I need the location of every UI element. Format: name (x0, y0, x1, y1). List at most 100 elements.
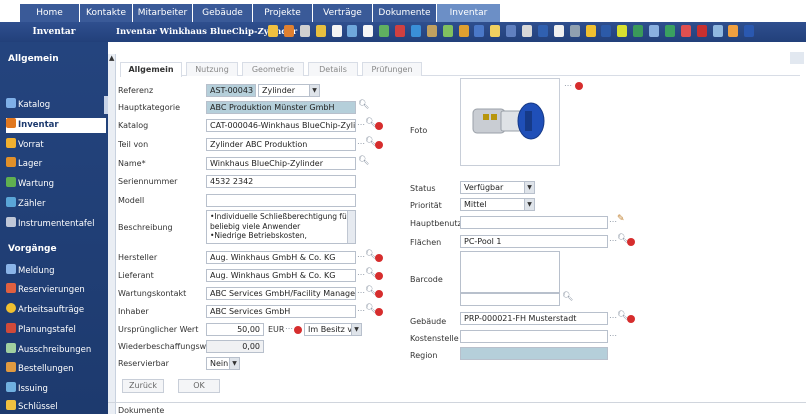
tree-icon[interactable] (442, 25, 453, 37)
info-icon[interactable] (744, 25, 755, 37)
search-icon[interactable]: 🔍︎ (358, 100, 369, 110)
chevron-down-icon[interactable]: ▼ (309, 85, 319, 96)
tab-geometrie[interactable]: Geometrie (242, 62, 304, 76)
nav-tab-inventar[interactable]: Inventar (437, 4, 501, 22)
lock-icon[interactable] (728, 25, 739, 37)
search-icon[interactable]: 🔍︎ (562, 292, 573, 302)
sidebar-item-ausschreibungen[interactable]: Ausschreibungen (6, 343, 106, 358)
more-icon[interactable]: ⋯ (357, 139, 365, 148)
textarea-scrollbar[interactable] (347, 211, 355, 243)
nav-tab-vertraege[interactable]: Verträge (313, 4, 373, 22)
search-icon[interactable]: 🔍︎ (358, 156, 369, 166)
folder-icon[interactable] (283, 25, 294, 37)
hauptkategorie-field[interactable]: ABC Produktion Münster GmbH (206, 101, 356, 114)
edit-icon[interactable] (299, 25, 310, 37)
delete-icon[interactable] (375, 272, 383, 280)
person-icon[interactable] (474, 25, 485, 37)
chevron-down-icon[interactable]: ▼ (524, 199, 534, 210)
beschreibung-textarea[interactable]: •Individuelle Schließberechtigung für be… (206, 210, 356, 244)
sidebar-item-schluessel[interactable]: Schlüssel (6, 400, 106, 415)
more-icon[interactable]: ⋯ (357, 306, 365, 315)
urspruenglicher-wert-field[interactable]: 50,00 (206, 323, 264, 336)
tab-details[interactable]: Details (308, 62, 358, 76)
wrench-icon[interactable]: ✎ (617, 214, 625, 224)
delete-icon[interactable] (627, 315, 635, 323)
table-icon[interactable] (601, 25, 612, 37)
tab-nutzung[interactable]: Nutzung (186, 62, 238, 76)
copy-icon[interactable] (347, 25, 358, 37)
status-select[interactable]: Verfügbar ▼ (460, 181, 535, 194)
globe-icon[interactable] (410, 25, 421, 37)
more-icon[interactable]: ⋯ (609, 217, 617, 226)
nav-tab-projekte[interactable]: Projekte (253, 4, 313, 22)
link-icon[interactable] (395, 25, 405, 37)
chevron-down-icon[interactable]: ▼ (229, 358, 239, 369)
referenz-field[interactable]: AST-00043 (206, 84, 256, 97)
flag-icon[interactable] (680, 25, 691, 37)
hauptbenutzer-field[interactable] (460, 216, 608, 229)
delete-icon[interactable] (375, 290, 383, 298)
inhaber-field[interactable]: ABC Services GmbH (206, 305, 356, 318)
monitor-icon[interactable] (712, 25, 723, 37)
more-icon[interactable]: ⋯ (609, 313, 617, 322)
delete-icon[interactable] (627, 238, 635, 246)
katalog-field[interactable]: CAT-000046-Winkhaus BlueChip-Zylinder (206, 119, 356, 132)
kostenstelle-field[interactable] (460, 330, 608, 343)
sidebar-item-inventar[interactable]: Inventar (6, 118, 106, 133)
sidebar-item-arbeitsauftraege[interactable]: Arbeitsaufträge (6, 303, 106, 318)
more-icon[interactable]: ⋯ (357, 252, 365, 261)
sidebar-item-reservierungen[interactable]: Reservierungen (6, 283, 106, 298)
wartungskontakt-field[interactable]: ABC Services GmbH/Facility Management (206, 287, 356, 300)
delete-icon[interactable] (375, 122, 383, 130)
notes-icon[interactable] (268, 25, 278, 37)
blank-page-icon[interactable] (363, 25, 374, 37)
asset-photo[interactable] (460, 78, 560, 166)
list-icon[interactable] (537, 25, 548, 37)
seriennummer-field[interactable]: 4532 2342 (206, 175, 356, 188)
more-icon[interactable]: ⋯ (285, 324, 293, 333)
delete-icon[interactable] (575, 82, 583, 90)
name-field[interactable]: Winkhaus BlueChip-Zylinder (206, 157, 356, 170)
sidebar-item-planungstafel[interactable]: Planungstafel (6, 323, 106, 338)
gebaeude-field[interactable]: PRP-000021-FH Musterstadt (460, 312, 608, 325)
modell-field[interactable] (206, 194, 356, 207)
more-icon[interactable]: ⋯ (609, 331, 617, 340)
nav-tab-dokumente[interactable]: Dokumente (373, 4, 437, 22)
wiederbeschaffungswert-field[interactable]: 0,00 (206, 340, 264, 353)
print-icon[interactable] (553, 25, 564, 37)
back-button[interactable]: Zurück (122, 379, 164, 393)
box-icon[interactable] (426, 25, 437, 37)
mail-icon[interactable] (649, 25, 659, 37)
ok-button[interactable]: OK (178, 379, 220, 393)
sidebar-item-zaehler[interactable]: Zähler (6, 197, 106, 212)
flaechen-field[interactable]: PC-Pool 1 (460, 235, 608, 248)
sidebar-item-issuing[interactable]: Issuing (6, 382, 106, 397)
star-icon[interactable] (458, 25, 469, 37)
tab-pruefungen[interactable]: Prüfungen (362, 62, 422, 76)
region-field[interactable] (460, 347, 608, 360)
sidebar-item-katalog[interactable]: Katalog (6, 98, 106, 113)
nav-tab-kontakte[interactable]: Kontakte (80, 4, 133, 22)
grid-icon[interactable] (569, 25, 580, 37)
chevron-down-icon[interactable]: ▼ (351, 324, 361, 335)
delete-icon[interactable] (375, 254, 383, 262)
besitz-select[interactable]: Im Besitz vo ▼ (304, 323, 362, 336)
sidebar-item-lager[interactable]: Lager (6, 157, 106, 172)
barcode-field[interactable] (460, 293, 560, 306)
teil-von-field[interactable]: Zylinder ABC Produktion (206, 138, 356, 151)
highlight-icon[interactable] (617, 25, 628, 37)
more-icon[interactable]: ⋯ (357, 288, 365, 297)
more-icon[interactable]: ⋯ (564, 81, 572, 90)
barcode-area[interactable] (460, 251, 560, 293)
more-icon[interactable]: ⋯ (357, 270, 365, 279)
prioritaet-select[interactable]: Mittel ▼ (460, 198, 535, 211)
content-scrollbar[interactable]: ▲ (108, 54, 116, 414)
chevron-down-icon[interactable]: ▼ (524, 182, 534, 193)
delete-icon[interactable] (375, 141, 383, 149)
more-icon[interactable]: ⋯ (609, 236, 617, 245)
sidebar-item-instrumententafel[interactable]: Instrumententafel (6, 217, 106, 232)
lieferant-field[interactable]: Aug. Winkhaus GmbH & Co. KG (206, 269, 356, 282)
page-icon[interactable] (331, 25, 342, 37)
nav-tab-mitarbeiter[interactable]: Mitarbeiter (133, 4, 193, 22)
delete-icon[interactable] (375, 308, 383, 316)
